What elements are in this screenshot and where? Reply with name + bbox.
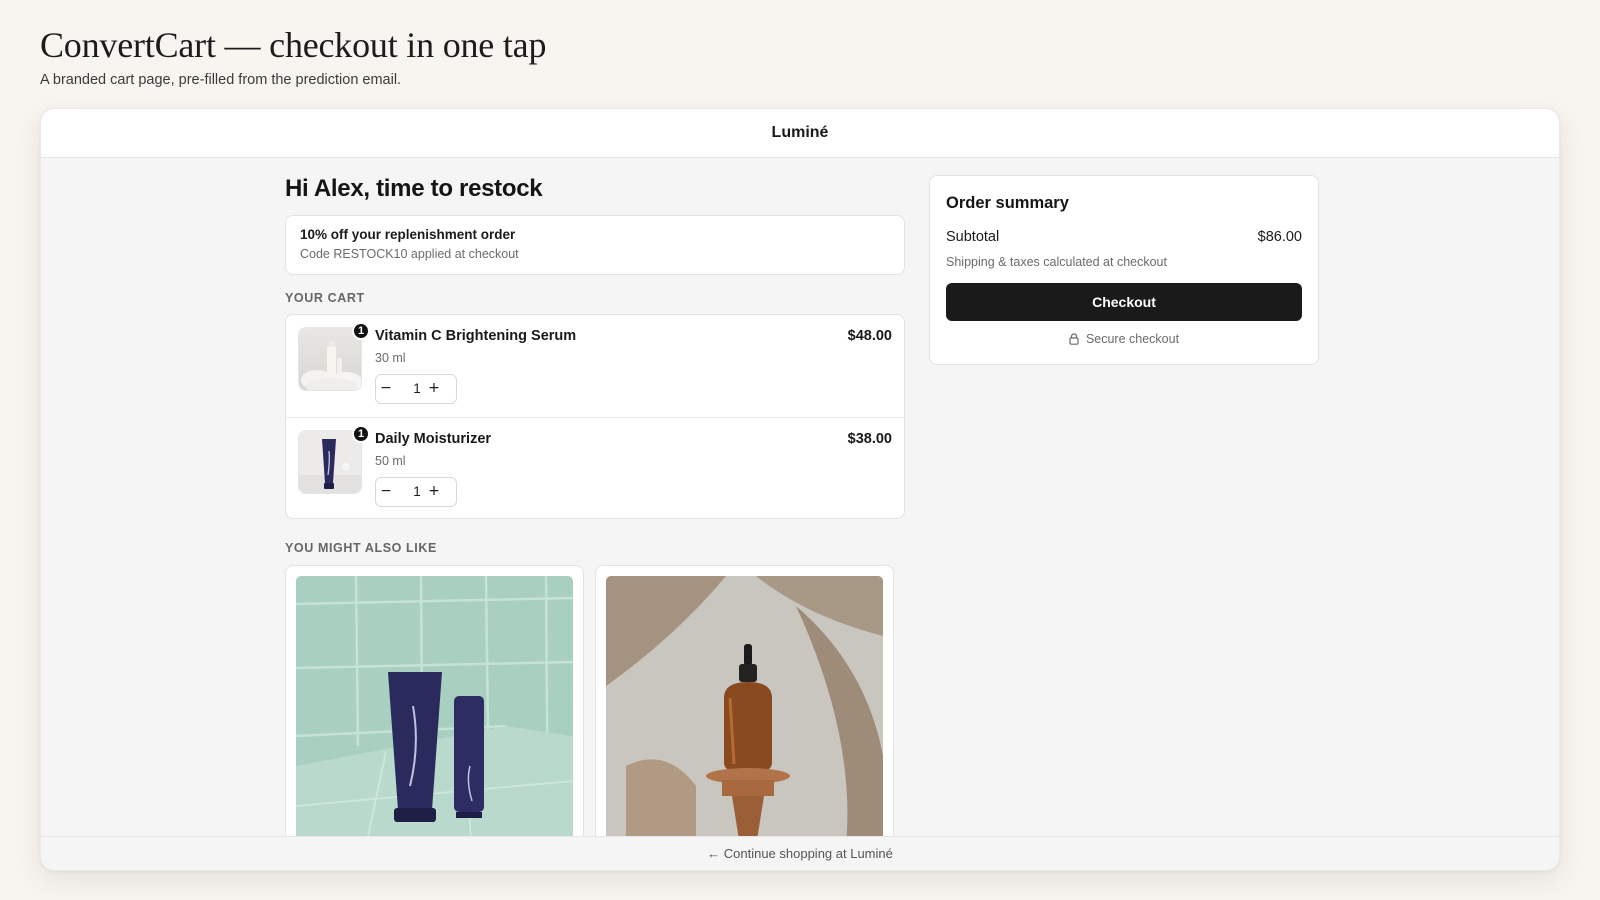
subtotal-label: Subtotal bbox=[946, 229, 1000, 245]
order-summary-card: Order summary Subtotal $86.00 Shipping &… bbox=[929, 175, 1319, 365]
cart-item-size: 50 ml bbox=[375, 454, 406, 468]
promo-subtitle: Code RESTOCK10 applied at checkout bbox=[300, 247, 519, 261]
order-summary-title: Order summary bbox=[946, 194, 1069, 212]
checkout-button[interactable]: Checkout bbox=[946, 283, 1302, 321]
cart-item-name[interactable]: Daily Moisturizer bbox=[375, 431, 491, 447]
product-thumbnail-serum[interactable] bbox=[298, 327, 362, 391]
decrease-quantity-button[interactable]: − bbox=[378, 482, 394, 500]
increase-quantity-button[interactable]: + bbox=[426, 379, 442, 397]
store-logo-text[interactable]: Luminé bbox=[772, 124, 829, 142]
quantity-stepper: − 1 + bbox=[375, 477, 457, 507]
lock-icon bbox=[1069, 333, 1079, 345]
store-footer: ← Continue shopping at Luminé bbox=[41, 836, 1559, 870]
recommendation-card[interactable] bbox=[595, 565, 894, 846]
cart-list: 1 Vitamin C Brightening Serum 30 ml $48.… bbox=[285, 314, 905, 519]
cart-item-price: $48.00 bbox=[847, 328, 892, 344]
recommendations-label: YOU MIGHT ALSO LIKE bbox=[285, 541, 437, 555]
promo-title: 10% off your replenishment order bbox=[300, 227, 516, 242]
shipping-note: Shipping & taxes calculated at checkout bbox=[946, 255, 1167, 269]
cart-item-name[interactable]: Vitamin C Brightening Serum bbox=[375, 328, 576, 344]
quantity-badge: 1 bbox=[352, 425, 370, 443]
cart-item: 1 Daily Moisturizer 50 ml $38.00 − 1 + bbox=[286, 417, 904, 518]
quantity-badge: 1 bbox=[352, 322, 370, 340]
white-serum-bottle-image bbox=[299, 328, 361, 390]
page-title: ConvertCart — checkout in one tap bbox=[40, 25, 547, 65]
promo-banner: 10% off your replenishment order Code RE… bbox=[285, 215, 905, 275]
recommendations-grid bbox=[285, 565, 905, 846]
quantity-stepper: − 1 + bbox=[375, 374, 457, 404]
recommendation-card[interactable] bbox=[285, 565, 584, 846]
store-frame: Luminé Hi Alex, time to restock 10% off … bbox=[40, 108, 1560, 871]
quantity-value: 1 bbox=[413, 484, 421, 499]
subtotal-row: Subtotal $86.00 bbox=[946, 229, 1302, 245]
increase-quantity-button[interactable]: + bbox=[426, 482, 442, 500]
cart-section-label: YOUR CART bbox=[285, 291, 365, 305]
secure-checkout-note: Secure checkout bbox=[946, 332, 1302, 346]
cart-item-price: $38.00 bbox=[847, 431, 892, 447]
product-thumbnail-moisturizer[interactable] bbox=[298, 430, 362, 494]
amber-dropper-bottle-image bbox=[606, 576, 883, 846]
cart-column: Hi Alex, time to restock 10% off your re… bbox=[285, 175, 905, 846]
cart-item: 1 Vitamin C Brightening Serum 30 ml $48.… bbox=[286, 315, 904, 417]
store-header: Luminé bbox=[41, 109, 1559, 158]
page-subtitle: A branded cart page, pre-filled from the… bbox=[40, 72, 402, 88]
quantity-value: 1 bbox=[413, 381, 421, 396]
navy-tube-and-bottle-image bbox=[296, 576, 573, 846]
greeting-heading: Hi Alex, time to restock bbox=[285, 175, 543, 202]
decrease-quantity-button[interactable]: − bbox=[378, 379, 394, 397]
subtotal-value: $86.00 bbox=[1257, 229, 1302, 245]
continue-shopping-link[interactable]: ← Continue shopping at Luminé bbox=[707, 846, 893, 861]
navy-moisturizer-tube-image bbox=[299, 431, 361, 493]
secure-checkout-label: Secure checkout bbox=[1085, 332, 1180, 346]
cart-item-size: 30 ml bbox=[375, 351, 406, 365]
